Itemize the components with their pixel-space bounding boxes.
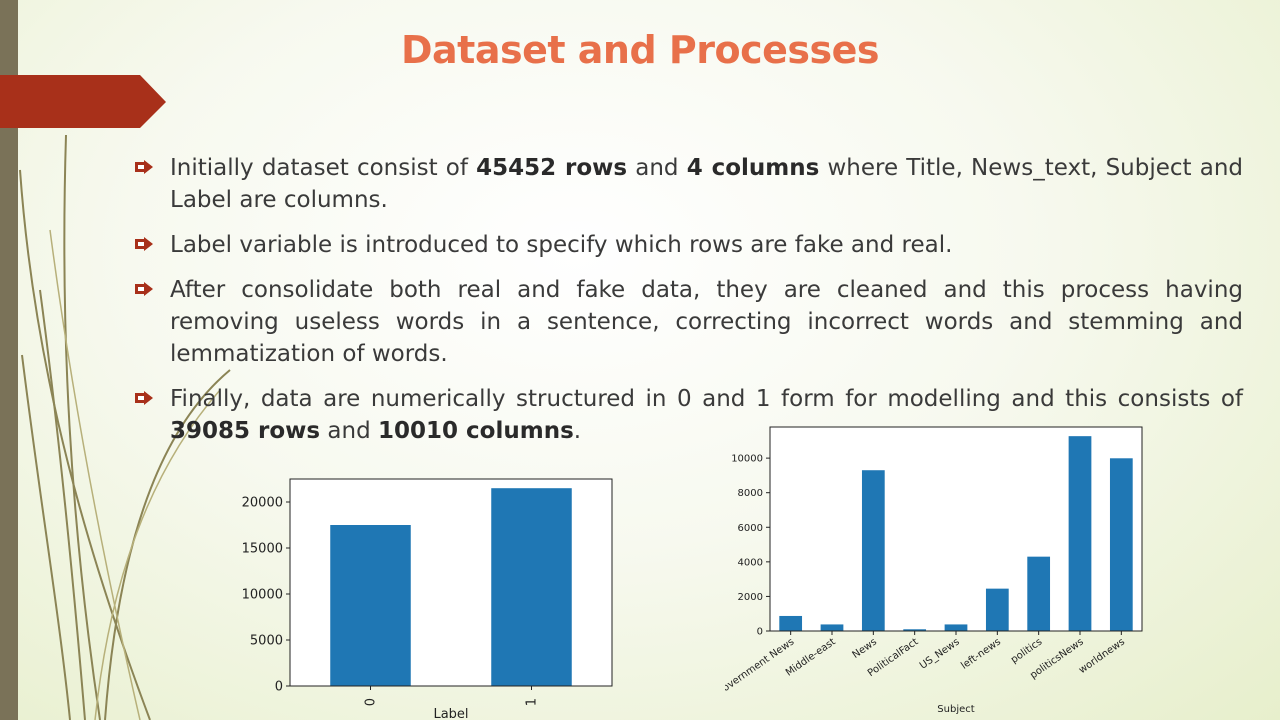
y-tick-label: 10000 xyxy=(242,588,283,603)
x-tick-label: US_News xyxy=(918,636,962,671)
bar xyxy=(1068,436,1092,631)
subject-bar-chart: Government News Middle-east News PoliticalF… xyxy=(725,420,1165,718)
bullet-bold-text: 10010 columns xyxy=(378,418,574,444)
y-tick-label: 0 xyxy=(275,680,283,695)
y-tick-label: 6000 xyxy=(738,523,763,534)
bullet-item: After consolidate both real and fake dat… xyxy=(135,274,1243,370)
bullet-text: Initially dataset consist of xyxy=(170,155,477,181)
x-tick-label: 1 xyxy=(525,698,540,706)
y-tick-label: 8000 xyxy=(738,488,763,499)
bullet-list: Initially dataset consist of 45452 rows … xyxy=(135,152,1243,460)
x-tick-label: 0 xyxy=(364,698,379,706)
arrow-bullet-icon xyxy=(135,237,153,251)
y-tick-label: 4000 xyxy=(738,557,763,568)
bar xyxy=(1027,556,1051,631)
arrow-bullet-icon xyxy=(135,160,153,174)
bullet-text: After consolidate both real and fake dat… xyxy=(170,277,1243,367)
bullet-text: Finally, data are numerically structured… xyxy=(170,386,1243,412)
x-axis-label: Label xyxy=(433,707,468,720)
bullet-item: Label variable is introduced to specify … xyxy=(135,229,1243,261)
y-tick-label: 20000 xyxy=(242,496,283,511)
bullet-text: and xyxy=(627,155,687,181)
bullet-item: Initially dataset consist of 45452 rows … xyxy=(135,152,1243,216)
y-tick-label: 15000 xyxy=(242,542,283,557)
bar xyxy=(491,488,572,686)
bullet-text: Label variable is introduced to specify … xyxy=(170,232,953,258)
x-tick-label: left-news xyxy=(959,636,1003,671)
x-tick-label: worldnews xyxy=(1077,636,1127,676)
bullet-text: and xyxy=(320,418,379,444)
bar xyxy=(1109,458,1133,631)
bar xyxy=(944,624,968,631)
bullet-text: . xyxy=(573,418,582,444)
x-tick-label: News xyxy=(851,636,879,661)
bar xyxy=(985,588,1009,631)
bullet-bold-text: 4 columns xyxy=(686,155,820,181)
y-tick-label: 10000 xyxy=(731,454,763,465)
x-axis-label: Subject xyxy=(937,704,974,715)
x-tick-label: politics xyxy=(1009,636,1044,665)
bullet-bold-text: 45452 rows xyxy=(476,155,628,181)
bar xyxy=(779,615,803,631)
title-arrow-shape xyxy=(0,75,166,128)
bar xyxy=(861,470,885,631)
arrow-bullet-icon xyxy=(135,391,153,405)
y-tick-label: 0 xyxy=(757,627,763,638)
arrow-bullet-icon xyxy=(135,282,153,296)
y-tick-label: 5000 xyxy=(250,634,283,649)
y-tick-label: 2000 xyxy=(738,592,763,603)
bar xyxy=(330,525,411,686)
label-bar-chart: 0 1 0 5000 10000 15000 20000 Label xyxy=(228,468,628,720)
slide-title: Dataset and Processes xyxy=(400,28,880,72)
bullet-bold-text: 39085 rows xyxy=(170,418,321,444)
bar xyxy=(820,624,844,631)
